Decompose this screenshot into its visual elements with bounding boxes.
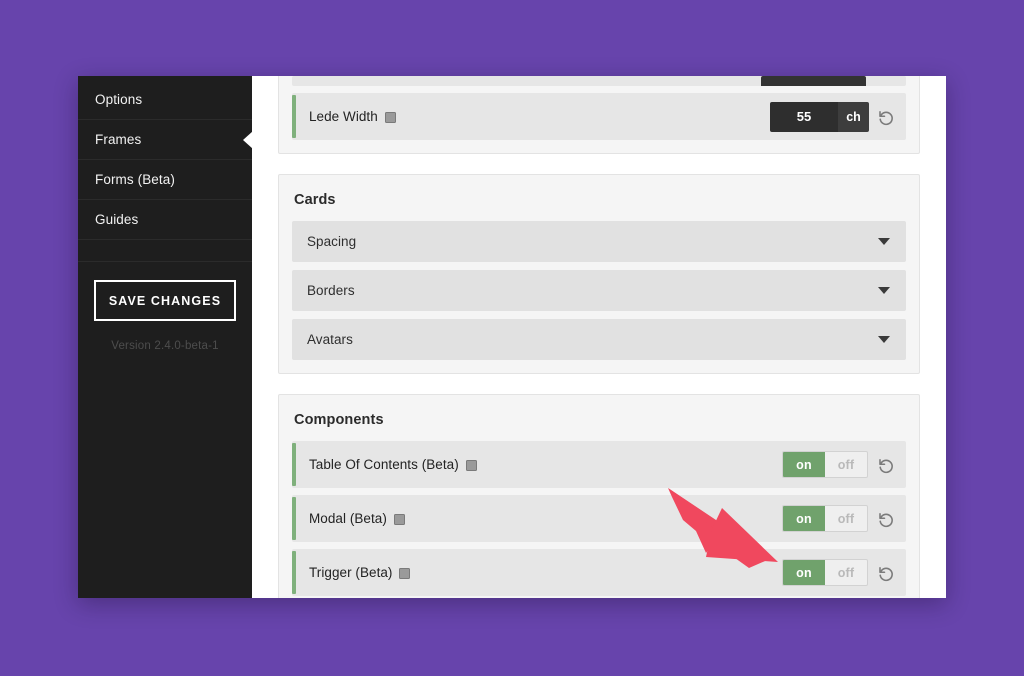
setting-label-text: Table Of Contents (Beta) [309,457,459,472]
setting-label-text: Modal (Beta) [309,511,387,526]
sidebar-divider [78,240,252,262]
toggle-option-on[interactable]: on [783,452,825,477]
components-panel: Components Table Of Contents (Beta) on o… [278,394,920,598]
row-accent-bar [292,551,296,594]
components-panel-title: Components [294,412,384,428]
reset-icon[interactable] [877,108,895,126]
toggle-trigger[interactable]: on off [782,559,868,586]
cards-panel-title: Cards [294,192,336,208]
lede-width-unit-select[interactable]: ch [838,101,869,132]
toggle-option-on[interactable]: on [783,506,825,531]
sidebar-item-options[interactable]: Options [78,80,252,120]
sidebar-item-forms-beta[interactable]: Forms (Beta) [78,160,252,200]
setting-label: Modal (Beta) [309,511,405,526]
setting-label: Trigger (Beta) [309,565,411,580]
toggle-option-on[interactable]: on [783,560,825,585]
lede-width-input[interactable]: 55 [770,101,838,132]
clipped-panel-above: Lede Width 55 ch [278,76,920,154]
setting-row-lede-width[interactable]: Lede Width 55 ch [292,93,906,140]
chevron-down-icon [878,287,890,294]
toggle-table-of-contents[interactable]: on off [782,451,868,478]
accordion-label: Avatars [307,332,353,347]
accordion-spacing[interactable]: Spacing [292,221,906,262]
sidebar-item-label: Guides [95,212,139,227]
reset-icon[interactable] [877,510,895,528]
accordion-borders[interactable]: Borders [292,270,906,311]
sidebar-item-guides[interactable]: Guides [78,200,252,240]
info-icon[interactable] [393,514,405,525]
accordion-avatars[interactable]: Avatars [292,319,906,360]
row-accent-bar [292,497,296,540]
lede-width-number-field[interactable]: 55 ch [770,101,869,132]
setting-label-text: Lede Width [309,109,378,124]
setting-label: Lede Width [309,109,396,124]
toggle-modal[interactable]: on off [782,505,868,532]
clipped-number-input [761,76,866,86]
sidebar-item-frames[interactable]: Frames [78,120,253,160]
toggle-option-off[interactable]: off [825,506,867,531]
setting-row-trigger[interactable]: Trigger (Beta) on off [292,549,906,596]
info-icon[interactable] [384,112,396,123]
setting-row-table-of-contents[interactable]: Table Of Contents (Beta) on off [292,441,906,488]
info-icon[interactable] [465,460,477,471]
sidebar-item-label: Frames [95,132,142,147]
reset-icon[interactable] [877,564,895,582]
version-label: Version 2.4.0-beta-1 [111,340,219,352]
cards-panel: Cards Spacing Borders Avatars [278,174,920,374]
sidebar: Options Frames Forms (Beta) Guides SAVE … [78,76,253,598]
chevron-down-icon [878,238,890,245]
info-icon[interactable] [399,568,411,579]
accordion-label: Spacing [307,234,357,249]
accordion-label: Borders [307,283,355,298]
setting-row-modal[interactable]: Modal (Beta) on off [292,495,906,542]
clipped-setting-row [292,76,906,86]
setting-label: Table Of Contents (Beta) [309,457,477,472]
toggle-option-off[interactable]: off [825,560,867,585]
settings-content[interactable]: Lede Width 55 ch Cards Spacing Borders A… [252,76,946,598]
setting-label-text: Trigger (Beta) [309,565,393,580]
chevron-down-icon [878,336,890,343]
reset-icon[interactable] [877,456,895,474]
row-accent-bar [292,443,296,486]
sidebar-item-label: Options [95,92,143,107]
row-accent-bar [292,95,296,138]
toggle-option-off[interactable]: off [825,452,867,477]
app-window: Options Frames Forms (Beta) Guides SAVE … [78,76,946,598]
save-changes-button[interactable]: SAVE CHANGES [94,280,236,321]
sidebar-item-label: Forms (Beta) [95,172,175,187]
